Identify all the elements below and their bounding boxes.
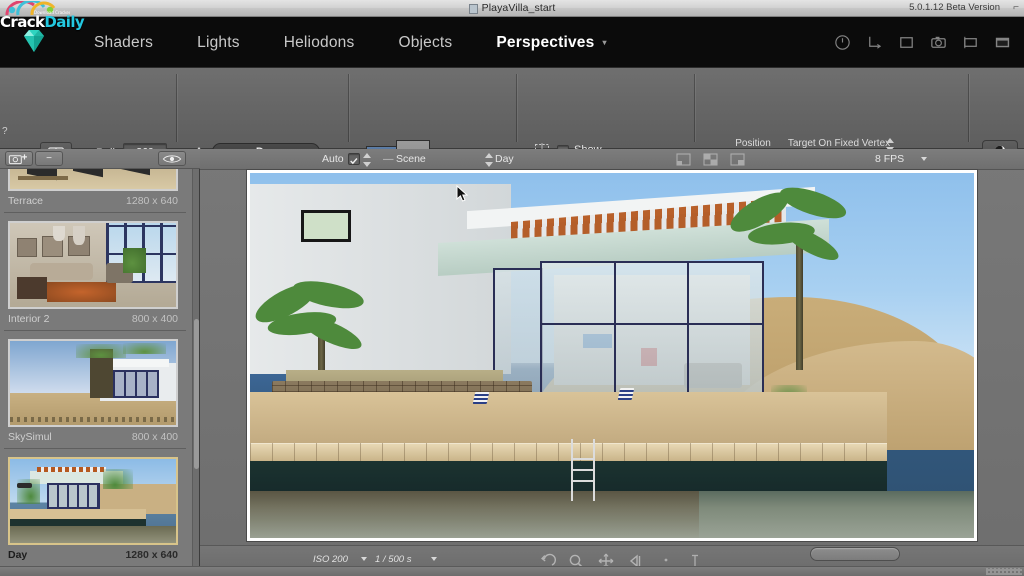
menu-item-label: Shaders — [94, 34, 153, 51]
menu-item-lights[interactable]: Lights — [175, 34, 262, 52]
menu-item-label: Objects — [398, 34, 452, 51]
viewport-day-label[interactable]: Day — [495, 153, 514, 165]
menu-item-label: Perspectives — [496, 34, 594, 51]
perspective-thumbnail[interactable] — [8, 169, 178, 191]
resize-grip-icon[interactable] — [986, 568, 1022, 575]
mouse-pointer-icon — [456, 185, 470, 203]
perspective-thumbnail[interactable] — [8, 221, 178, 309]
3d-scene — [250, 173, 974, 538]
deck-chair — [474, 392, 488, 404]
panel-index-label: ? — [2, 126, 8, 137]
perspective-name: Day — [8, 549, 27, 561]
menu-item-list: Shaders Lights Heliodons Objects Perspec… — [72, 17, 629, 68]
menu-item-perspectives[interactable]: Perspectives ▾ — [474, 34, 628, 52]
camera-icon[interactable] — [929, 33, 948, 52]
window-statusbar — [0, 566, 1024, 576]
iso-chevron-down-icon[interactable] — [361, 557, 367, 561]
fps-label: 8 FPS — [875, 153, 904, 165]
sidebar-toolbar: − — [0, 149, 200, 169]
perspective-caption: Day 1280 x 640 — [8, 547, 178, 563]
application-window: PlayaVilla_start 5.0.1.12 Beta Version ⌐… — [0, 0, 1024, 576]
perspective-size: 800 x 400 — [132, 431, 178, 443]
position-header: Position — [718, 138, 788, 149]
camera-add-icon[interactable] — [5, 151, 33, 166]
viewport-area: Auto — Scene Day — [200, 149, 1024, 576]
perspectives-list[interactable]: Terrace 1280 x 640 — [0, 169, 193, 576]
shutter-label[interactable]: 1 / 500 s — [375, 554, 411, 565]
fps-chevron-down-icon[interactable] — [921, 157, 927, 161]
deck-chair — [619, 388, 633, 400]
scrollbar-thumb[interactable] — [194, 319, 199, 469]
villa-window — [301, 210, 352, 243]
document-icon — [469, 4, 478, 14]
perspective-name: Interior 2 — [8, 313, 49, 325]
chevron-down-icon[interactable]: ▾ — [602, 38, 606, 47]
resize-handle-icon[interactable]: ⌐ — [1013, 2, 1019, 13]
day-stepper-icon[interactable] — [485, 152, 494, 168]
perspective-size: 1280 x 640 — [125, 549, 178, 561]
auto-stepper-icon[interactable] — [363, 152, 372, 168]
scene-label[interactable]: Scene — [396, 153, 426, 165]
perspective-name: Terrace — [8, 195, 43, 207]
perspective-size: 1280 x 640 — [126, 195, 178, 207]
menu-item-label: Heliodons — [284, 34, 355, 51]
perspectives-sidebar: − Terrace 1280 x 6 — [0, 149, 200, 576]
viewport-toolbar: Auto — Scene Day — [200, 149, 1024, 170]
main-menubar: Shaders Lights Heliodons Objects Perspec… — [0, 17, 1024, 68]
layout-split-icon[interactable] — [730, 153, 745, 166]
window-titlebar: PlayaVilla_start 5.0.1.12 Beta Version ⌐ — [0, 0, 1024, 17]
layout-single-icon[interactable] — [676, 153, 691, 166]
perspective-thumbnail[interactable] — [8, 339, 178, 427]
shutter-chevron-down-icon[interactable] — [431, 557, 437, 561]
auto-checkbox[interactable] — [348, 153, 360, 165]
layout-quad-icon[interactable] — [703, 153, 718, 166]
perspective-caption: Interior 2 800 x 400 — [8, 311, 178, 327]
perspective-size: 800 x 400 — [132, 313, 178, 325]
menu-item-objects[interactable]: Objects — [376, 34, 474, 52]
perspective-thumbnail[interactable] — [8, 457, 178, 545]
window-title: PlayaVilla_start — [482, 2, 556, 14]
eye-icon[interactable] — [158, 151, 186, 166]
menubar-icon-group — [833, 17, 1012, 68]
crop-icon[interactable] — [961, 33, 980, 52]
perspective-caption: SkySimul 800 x 400 — [8, 429, 178, 445]
inspector-bar: ? Roll 360 Focal in mm 35 Day Day — [0, 68, 1024, 149]
axis-icon[interactable] — [865, 33, 884, 52]
render-viewport-canvas[interactable] — [247, 170, 977, 541]
menu-item-heliodons[interactable]: Heliodons — [262, 34, 377, 52]
iso-label[interactable]: ISO 200 — [313, 554, 348, 565]
menu-item-shaders[interactable]: Shaders — [72, 34, 175, 52]
render-window-icon[interactable] — [993, 33, 1012, 52]
clock-icon[interactable] — [833, 33, 852, 52]
menu-item-label: Lights — [197, 34, 240, 51]
perspective-name: SkySimul — [8, 431, 52, 443]
gem-icon[interactable] — [18, 27, 50, 55]
version-label: 5.0.1.12 Beta Version — [909, 2, 1000, 13]
camera-remove-button[interactable]: − — [35, 151, 63, 166]
zoom-slider[interactable] — [810, 547, 900, 561]
palm-tree-right — [742, 195, 858, 370]
frame-icon[interactable] — [897, 33, 916, 52]
pool-ladder — [569, 439, 598, 501]
auto-label: Auto — [322, 153, 344, 165]
perspective-caption: Terrace 1280 x 640 — [8, 193, 178, 209]
target-header: Target On Fixed Vertex — [786, 138, 892, 149]
sidebar-scrollbar[interactable] — [192, 169, 199, 576]
